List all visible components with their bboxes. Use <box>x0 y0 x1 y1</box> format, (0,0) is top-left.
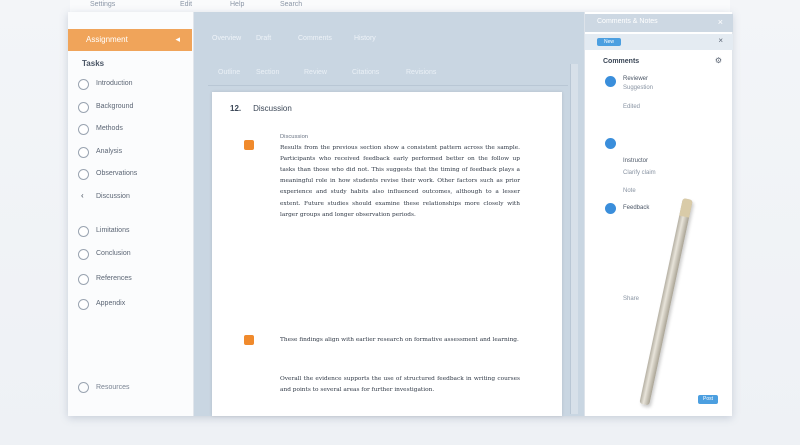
post-button[interactable]: Post <box>698 395 718 404</box>
sidebar-item-label: Analysis <box>96 148 123 155</box>
menu-search[interactable]: Search <box>280 1 302 8</box>
vertical-scrollbar[interactable] <box>570 64 578 414</box>
radio-circle-icon[interactable] <box>78 274 89 285</box>
sidebar-item-label: Discussion <box>96 193 130 200</box>
sidebar-item-analysis[interactable]: Analysis <box>78 146 188 160</box>
sidebar-header: Assignment ◂ <box>68 29 192 51</box>
section-tabs: Outline Section Review Citations Revisio… <box>208 64 568 86</box>
panel-title: Comments & Notes <box>597 18 658 25</box>
sidebar-item-methods[interactable]: Methods <box>78 123 188 137</box>
sidebar-item-introduction[interactable]: Introduction <box>78 78 188 92</box>
sidebar-item-background[interactable]: Background <box>78 101 188 115</box>
sidebar-item-label: Appendix <box>96 300 126 307</box>
sidebar-item-label: References <box>96 275 132 282</box>
section-title: Discussion <box>253 104 292 113</box>
comment-author: Reviewer <box>623 76 649 82</box>
document-page: 12. Discussion Discussion Results from th… <box>212 92 562 416</box>
sidebar-item-conclusion[interactable]: Conclusion <box>78 248 188 262</box>
subtab-revisions[interactable]: Revisions <box>406 69 436 76</box>
radio-circle-icon[interactable] <box>78 382 89 393</box>
document-heading: 12. Discussion <box>230 104 292 113</box>
sidebar-item-label: Observations <box>96 170 138 177</box>
comment-text[interactable]: Clarify claim <box>623 170 656 176</box>
radio-circle-icon[interactable] <box>78 147 89 158</box>
radio-circle-icon[interactable] <box>78 79 89 90</box>
radio-circle-icon[interactable] <box>78 249 89 260</box>
new-comment-button[interactable]: New <box>597 38 621 46</box>
comment-text[interactable]: Suggestion <box>623 85 653 91</box>
section-number: 12. <box>230 104 242 113</box>
close-icon[interactable]: × <box>718 36 723 45</box>
main-tabs: Overview Draft Comments History <box>194 30 584 50</box>
comment-text[interactable]: Edited <box>623 104 640 110</box>
close-icon[interactable]: × <box>718 17 723 27</box>
comment-marker-icon[interactable] <box>244 140 254 150</box>
sidebar-item-label: Methods <box>96 125 123 132</box>
comment-author: Instructor <box>623 158 649 164</box>
menu-help[interactable]: Help <box>230 1 244 8</box>
comment-marker-icon[interactable] <box>244 335 254 345</box>
current-marker-icon: ‹ <box>81 191 84 200</box>
paragraph: These findings align with earlier resear… <box>280 337 519 343</box>
radio-circle-icon[interactable] <box>78 102 89 113</box>
sidebar-header-title: Assignment <box>86 35 128 44</box>
sidebar-item-discussion[interactable]: ‹ Discussion <box>78 191 188 205</box>
menu-edit[interactable]: Edit <box>180 1 192 8</box>
left-sidebar: Assignment ◂ Tasks Introduction Backgrou… <box>68 12 194 416</box>
sidebar-item-label: Introduction <box>96 80 133 87</box>
tab-comments[interactable]: Comments <box>298 35 332 42</box>
sidebar-item-label: Conclusion <box>96 250 131 257</box>
collapse-icon[interactable]: ◂ <box>175 34 180 45</box>
user-avatar-icon <box>605 138 616 149</box>
paragraph-text: Results from the previous section show a… <box>280 145 520 218</box>
panel-toolbar: New × <box>585 34 733 50</box>
sidebar-item-observations[interactable]: Observations <box>78 168 188 182</box>
sidebar-item-label: Limitations <box>96 227 130 234</box>
sidebar-item-references[interactable]: References <box>78 273 188 287</box>
comments-title: Comments <box>603 58 640 65</box>
sidebar-footer-resources[interactable]: Resources <box>78 382 188 396</box>
subtab-outline[interactable]: Outline <box>218 69 240 76</box>
tab-history[interactable]: History <box>354 35 376 42</box>
radio-circle-icon[interactable] <box>78 299 89 310</box>
user-avatar-icon <box>605 203 616 214</box>
paragraph: Overall the evidence supports the use of… <box>280 376 520 394</box>
menu-settings[interactable]: Settings <box>90 1 115 8</box>
subtab-citations[interactable]: Citations <box>352 69 379 76</box>
radio-circle-icon[interactable] <box>78 226 89 237</box>
sidebar-footer-label: Resources <box>96 384 130 391</box>
subtab-review[interactable]: Review <box>304 69 327 76</box>
main-content: Overview Draft Comments History Outline … <box>194 12 584 416</box>
radio-circle-icon[interactable] <box>78 124 89 135</box>
paragraph: Discussion Results from the previous sec… <box>280 132 520 221</box>
sidebar-item-appendix[interactable]: Appendix <box>78 298 188 312</box>
user-avatar-icon <box>605 76 616 87</box>
comment-text[interactable]: Note <box>623 188 636 194</box>
radio-circle-icon[interactable] <box>78 169 89 180</box>
app-window: Assignment ◂ Tasks Introduction Backgrou… <box>68 12 733 416</box>
subtab-section[interactable]: Section <box>256 69 279 76</box>
gear-icon[interactable]: ⚙ <box>715 56 722 65</box>
tab-draft[interactable]: Draft <box>256 35 271 42</box>
top-menu-bar: Settings Edit Help Search <box>70 0 730 12</box>
panel-header: Comments & Notes × <box>585 14 733 32</box>
comment-author: Feedback <box>623 205 650 211</box>
sidebar-title: Tasks <box>82 59 105 68</box>
sidebar-item-label: Background <box>96 103 134 110</box>
paragraph-heading: Discussion <box>280 134 309 140</box>
tab-overview[interactable]: Overview <box>212 35 241 42</box>
sidebar-item-limitations[interactable]: Limitations <box>78 225 188 239</box>
share-link[interactable]: Share <box>623 296 639 302</box>
